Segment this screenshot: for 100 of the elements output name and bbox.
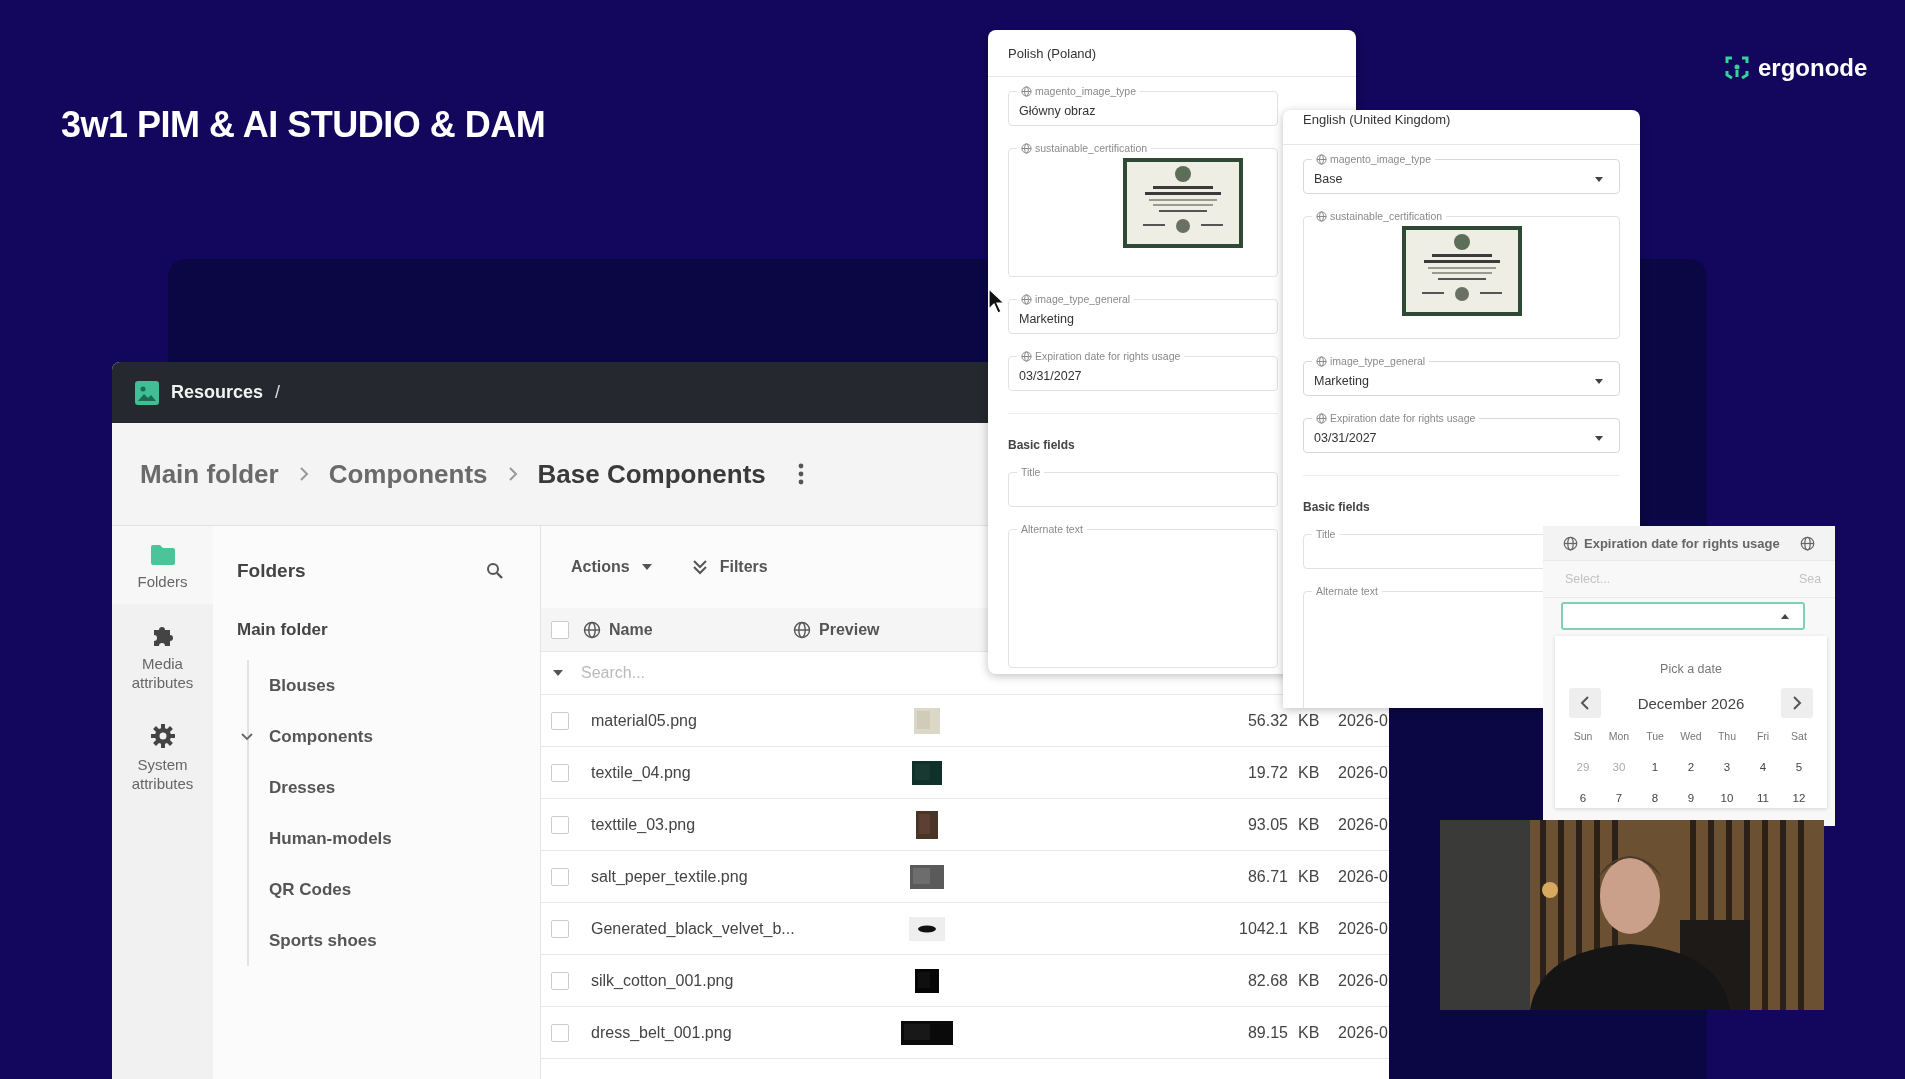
globe-icon bbox=[583, 620, 601, 639]
calendar-day[interactable]: 3 bbox=[1709, 761, 1745, 773]
chevron-icon[interactable] bbox=[241, 732, 253, 741]
table-row[interactable]: salt_peper_textile.png 86.71 KB 2026-0 bbox=[541, 851, 1389, 903]
field-label: Expiration date for rights usage bbox=[1017, 350, 1185, 362]
text-field[interactable]: magento_image_type Główny obraz bbox=[1008, 85, 1278, 126]
tree-item[interactable]: Components bbox=[269, 726, 373, 747]
field-label: Title bbox=[1315, 528, 1337, 540]
table-cell-text: KB bbox=[1297, 919, 1321, 938]
globe-icon bbox=[1799, 535, 1815, 551]
breadcrumb-link[interactable]: Components bbox=[328, 458, 488, 490]
field-label: sustainable_certification bbox=[1017, 142, 1152, 154]
dropdown-field[interactable]: Expiration date for rights usage 03/31/2027 bbox=[1303, 412, 1620, 453]
checkbox[interactable] bbox=[551, 971, 569, 990]
table-row[interactable]: Generated_black_velvet_b... 1042.1 KB 2026-0 bbox=[541, 903, 1389, 955]
image-field[interactable]: sustainable_certification bbox=[1303, 210, 1620, 339]
table-row[interactable]: silk_cotton_001.png 82.68 KB 2026-0 bbox=[541, 955, 1389, 1007]
globe-icon bbox=[1021, 350, 1032, 362]
table-cell-text: KB bbox=[1297, 711, 1321, 730]
table-cell-text: 93.05 bbox=[1246, 815, 1288, 834]
filters-button[interactable]: Filters bbox=[691, 558, 768, 576]
checkbox[interactable] bbox=[551, 711, 569, 730]
dropdown-field[interactable]: magento_image_type Base bbox=[1303, 153, 1620, 194]
field-label: magento_image_type bbox=[1312, 153, 1435, 165]
table-cell-text: 2026-0 bbox=[1337, 1023, 1389, 1042]
globe-icon bbox=[1021, 293, 1032, 305]
calendar-day[interactable]: 2 bbox=[1673, 761, 1709, 773]
table-cell-text: Generated_black_velvet_b... bbox=[591, 919, 796, 938]
calendar-day[interactable]: 4 bbox=[1745, 761, 1781, 773]
section-title: Basic fields bbox=[1303, 500, 1371, 514]
table-cell-text: material05.png bbox=[591, 711, 698, 730]
calendar-day[interactable]: 8 bbox=[1637, 792, 1673, 804]
caret-icon bbox=[1781, 613, 1789, 619]
weekday-label: Tue bbox=[1645, 730, 1665, 742]
tree-item[interactable]: Main folder bbox=[237, 620, 540, 640]
search-field[interactable]: Search... bbox=[579, 663, 883, 683]
caret-icon bbox=[1595, 176, 1603, 182]
caret-icon[interactable] bbox=[553, 670, 563, 676]
text-field[interactable]: image_type_general Marketing bbox=[1008, 293, 1278, 334]
breadcrumb-link[interactable]: Main folder bbox=[140, 458, 279, 490]
brand-name: ergonode bbox=[1758, 54, 1868, 82]
calendar-day[interactable]: 12 bbox=[1781, 792, 1817, 804]
checkbox[interactable] bbox=[551, 763, 569, 782]
checkbox[interactable] bbox=[551, 815, 569, 834]
table-cell-text: textile_04.png bbox=[591, 763, 692, 782]
calendar-day[interactable]: 7 bbox=[1601, 792, 1637, 804]
text-area[interactable]: Alternate text bbox=[1008, 523, 1278, 668]
tree-item[interactable]: Human-models bbox=[269, 828, 392, 849]
checkbox[interactable] bbox=[551, 1023, 569, 1042]
previous-month-button[interactable] bbox=[1569, 688, 1601, 718]
weekday-label: Fri bbox=[1755, 730, 1771, 742]
field-label: magento_image_type bbox=[1017, 85, 1140, 97]
table-row[interactable]: dress_belt_001.png 89.15 KB 2026-0 bbox=[541, 1007, 1389, 1059]
globe-icon bbox=[1316, 210, 1327, 222]
header-title: Resources bbox=[171, 382, 264, 403]
table-row[interactable]: textile_04.png 19.72 KB 2026-0 bbox=[541, 747, 1389, 799]
image-icon bbox=[135, 380, 159, 405]
tree-item[interactable]: Dresses bbox=[269, 777, 336, 798]
calendar-day[interactable]: 10 bbox=[1709, 792, 1745, 804]
table-cell-text: 2026-0 bbox=[1337, 867, 1389, 886]
column-header[interactable]: Preview bbox=[793, 620, 973, 639]
tree-item[interactable]: Blouses bbox=[269, 675, 336, 696]
calendar-day[interactable]: 9 bbox=[1673, 792, 1709, 804]
globe-icon bbox=[1316, 412, 1327, 424]
more-icon[interactable] bbox=[797, 463, 804, 485]
actions-button[interactable]: Actions bbox=[571, 558, 652, 576]
text-field[interactable]: Title bbox=[1008, 466, 1278, 507]
checkbox[interactable] bbox=[551, 919, 569, 938]
table-row[interactable]: texttile_03.png 93.05 KB 2026-0 bbox=[541, 799, 1389, 851]
field-label: image_type_general bbox=[1017, 293, 1135, 305]
calendar-day[interactable]: 11 bbox=[1745, 792, 1781, 804]
dropdown-field[interactable]: image_type_general Marketing bbox=[1303, 355, 1620, 396]
rail-item[interactable]: System attributes bbox=[112, 704, 213, 806]
search-icon[interactable] bbox=[486, 562, 504, 580]
globe-icon bbox=[1316, 153, 1327, 165]
calendar-day[interactable]: 1 bbox=[1637, 761, 1673, 773]
table-cell-text: 2026-0 bbox=[1337, 971, 1389, 990]
rail-item[interactable]: Media attributes bbox=[112, 603, 213, 705]
rail-item[interactable]: Folders bbox=[112, 526, 213, 604]
field-label: Alternate text bbox=[1020, 523, 1084, 535]
field-label: sustainable_certification bbox=[1312, 210, 1447, 222]
tree-item[interactable]: QR Codes bbox=[269, 879, 352, 900]
slide-title: 3w1 PIM & AI STUDIO & DAM bbox=[61, 104, 546, 146]
field-label: Alternate text bbox=[1315, 585, 1379, 597]
column-header[interactable]: Name bbox=[583, 620, 763, 639]
globe-icon bbox=[1021, 142, 1032, 154]
weekday-label: Wed bbox=[1679, 730, 1703, 742]
date-field[interactable] bbox=[1561, 602, 1805, 630]
text-field[interactable]: Expiration date for rights usage 03/31/2027 bbox=[1008, 350, 1278, 391]
table-cell-text: 56.32 bbox=[1246, 711, 1288, 730]
image-field[interactable]: sustainable_certification bbox=[1008, 142, 1278, 277]
calendar-day[interactable]: 6 bbox=[1565, 792, 1601, 804]
breadcrumb-link[interactable]: Base Components bbox=[537, 458, 766, 490]
checkbox[interactable] bbox=[551, 867, 569, 886]
field-value: Główny obraz bbox=[1019, 104, 1096, 118]
calendar-day[interactable]: 5 bbox=[1781, 761, 1817, 773]
checkbox[interactable] bbox=[551, 620, 569, 639]
next-month-button[interactable] bbox=[1781, 688, 1813, 718]
tree-item[interactable]: Sports shoes bbox=[269, 930, 377, 951]
field-value: 03/31/2027 bbox=[1019, 369, 1082, 383]
